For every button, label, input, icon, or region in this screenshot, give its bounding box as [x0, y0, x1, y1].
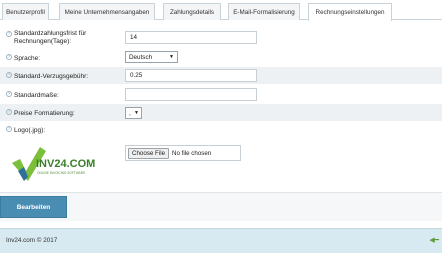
late-fee-row: ? Standard-Verzugsgebühr: — [0, 67, 442, 84]
payment-term-input[interactable] — [125, 31, 257, 44]
settings-tabs: Benutzerprofil Meine Unternehmensangaben… — [0, 0, 442, 21]
tab-email-formalisierung[interactable]: E-Mail-Formalisierung — [228, 3, 300, 20]
file-status: No file chosen — [172, 149, 212, 157]
help-icon[interactable]: ? — [6, 91, 12, 97]
logo-label: Logo(.jpg): — [14, 127, 46, 134]
chevron-down-icon: ▼ — [169, 54, 174, 60]
language-row: ? Sprache: Deutsch ▼ — [0, 49, 442, 66]
late-fee-label: Standard-Verzugsgebühr: — [14, 73, 89, 80]
inv24-logo-image: INV24.COM ONLINE INVOICING SOFTWARE — [12, 147, 95, 181]
price-format-row: ? Preise Formatierung: , ▼ — [0, 104, 442, 121]
units-label: Standardmaße: — [14, 92, 59, 99]
help-icon[interactable]: ? — [6, 54, 12, 60]
payment-term-row: ? Standardzahlungsfrist für Rechnungen(T… — [0, 28, 442, 48]
logo-tagline: ONLINE INVOICING SOFTWARE — [37, 171, 85, 175]
help-icon[interactable]: ? — [6, 109, 12, 115]
help-icon[interactable]: ? — [6, 72, 12, 78]
choose-file-button[interactable]: Choose File — [128, 147, 170, 159]
chevron-down-icon: ▼ — [134, 110, 139, 116]
payment-term-label: Standardzahlungsfrist für Rechnungen(Tag… — [14, 30, 87, 45]
price-format-label: Preise Formatierung: — [14, 110, 75, 117]
footer-copyright: Inv24.com © 2017 — [6, 237, 58, 244]
company-logo: INV24.COM ONLINE INVOICING SOFTWARE — [10, 141, 95, 191]
tab-rechnungseinstellungen[interactable]: Rechnungseinstellungen — [308, 3, 392, 21]
price-format-select[interactable]: , ▼ — [125, 107, 142, 119]
logo-text: INV24.COM — [36, 158, 95, 170]
units-input[interactable] — [125, 88, 257, 101]
help-icon[interactable]: ? — [6, 31, 12, 37]
arrow-left-icon[interactable]: ◀━ — [429, 236, 439, 244]
tab-benutzerprofil[interactable]: Benutzerprofil — [2, 3, 49, 20]
tab-unternehmensangaben[interactable]: Meine Unternehmensangaben — [59, 3, 155, 20]
tab-zahlungsdetails[interactable]: Zahlungsdetails — [163, 3, 221, 20]
language-label: Sprache: — [14, 55, 41, 62]
logo-row: ? Logo(.jpg): — [0, 122, 442, 136]
language-select[interactable]: Deutsch ▼ — [125, 51, 178, 63]
help-icon[interactable]: ? — [6, 126, 12, 132]
footer: Inv24.com © 2017 ◀━ — [0, 228, 442, 253]
logo-file-input[interactable]: Choose File No file chosen — [125, 145, 241, 161]
units-row: ? Standardmaße: — [0, 86, 442, 103]
edit-button[interactable]: Bearbeiten — [0, 196, 67, 218]
late-fee-input[interactable] — [125, 69, 257, 82]
